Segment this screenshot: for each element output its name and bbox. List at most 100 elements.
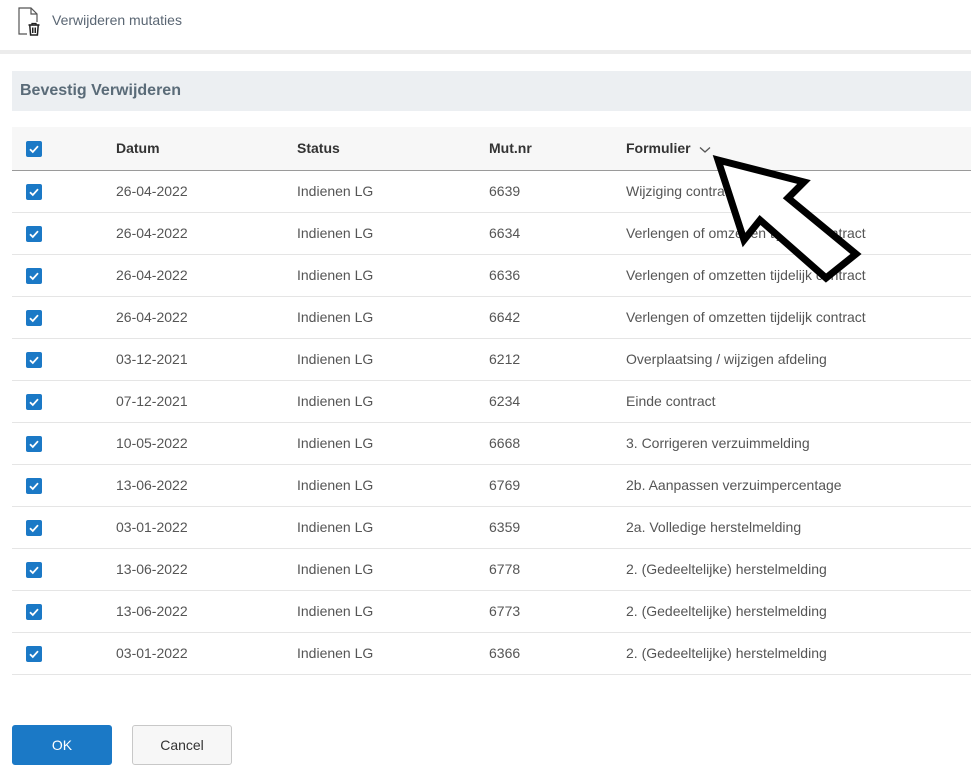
cell-status: Indienen LG: [297, 422, 489, 465]
row-select-cell: [12, 632, 116, 675]
cell-mutnr: 6773: [489, 590, 626, 633]
cell-status: Indienen LG: [297, 464, 489, 507]
table-row[interactable]: 13-06-2022 Indienen LG 6773 2. (Gedeeltelij…: [12, 590, 971, 633]
checkmark-icon: [29, 356, 39, 364]
cell-formulier: 2b. Aanpassen verzuimpercentage: [626, 464, 971, 507]
table-row[interactable]: 10-05-2022 Indienen LG 6668 3. Corrigeren v…: [12, 422, 971, 465]
chevron-down-icon[interactable]: [699, 141, 711, 157]
cell-mutnr: 6212: [489, 338, 626, 381]
column-header-mutnr[interactable]: Mut.nr: [489, 127, 626, 171]
checkmark-icon: [29, 230, 39, 238]
cell-formulier: Overplaatsing / wijzigen afdeling: [626, 338, 971, 381]
cell-formulier: Verlengen of omzetten tijdelijk contract: [626, 254, 971, 297]
cell-datum: 26-04-2022: [116, 254, 297, 297]
cell-mutnr: 6778: [489, 548, 626, 591]
checkmark-icon: [29, 440, 39, 448]
checkmark-icon: [29, 608, 39, 616]
table-row[interactable]: 03-01-2022 Indienen LG 6359 2a. Volledige h…: [12, 506, 971, 549]
cell-formulier: Wijziging contract: [626, 170, 971, 213]
row-select-cell: [12, 464, 116, 507]
cell-status: Indienen LG: [297, 632, 489, 675]
table-row[interactable]: 13-06-2022 Indienen LG 6778 2. (Gedeeltelij…: [12, 548, 971, 591]
cell-datum: 13-06-2022: [116, 590, 297, 633]
row-checkbox[interactable]: [26, 603, 42, 620]
cell-formulier: 2. (Gedeeltelijke) herstelmelding: [626, 548, 971, 591]
table-row[interactable]: 03-12-2021 Indienen LG 6212 Overplaatsing /…: [12, 338, 971, 381]
cell-mutnr: 6769: [489, 464, 626, 507]
row-select-cell: [12, 296, 116, 339]
cell-datum: 03-01-2022: [116, 506, 297, 549]
cell-formulier: 2a. Volledige herstelmelding: [626, 506, 971, 549]
cell-status: Indienen LG: [297, 548, 489, 591]
cell-datum: 13-06-2022: [116, 548, 297, 591]
cell-mutnr: 6359: [489, 506, 626, 549]
row-select-cell: [12, 254, 116, 297]
cell-status: Indienen LG: [297, 338, 489, 381]
row-select-cell: [12, 590, 116, 633]
checkmark-icon: [29, 398, 39, 406]
checkmark-icon: [29, 566, 39, 574]
cell-status: Indienen LG: [297, 380, 489, 423]
row-checkbox[interactable]: [26, 267, 42, 284]
table-row[interactable]: 03-01-2022 Indienen LG 6366 2. (Gedeeltelij…: [12, 632, 971, 675]
checkmark-icon: [29, 314, 39, 322]
table-row[interactable]: 13-06-2022 Indienen LG 6769 2b. Aanpassen v…: [12, 464, 971, 507]
row-checkbox[interactable]: [26, 351, 42, 368]
cancel-button[interactable]: Cancel: [132, 725, 232, 765]
row-checkbox[interactable]: [26, 435, 42, 452]
cell-formulier: Verlengen of omzetten tijdelijk contract: [626, 296, 971, 339]
top-bar: Verwijderen mutaties: [0, 0, 971, 54]
column-header-status[interactable]: Status: [297, 127, 489, 171]
row-checkbox[interactable]: [26, 561, 42, 578]
cell-formulier: 2. (Gedeeltelijke) herstelmelding: [626, 590, 971, 633]
cell-datum: 03-12-2021: [116, 338, 297, 381]
column-header-datum[interactable]: Datum: [116, 127, 297, 171]
row-checkbox[interactable]: [26, 645, 42, 662]
page-title: Verwijderen mutaties: [52, 12, 182, 28]
ok-button[interactable]: OK: [12, 725, 112, 765]
table-row[interactable]: 26-04-2022 Indienen LG 6634 Verlengen of om…: [12, 212, 971, 255]
cell-datum: 13-06-2022: [116, 464, 297, 507]
section-header: Bevestig Verwijderen: [12, 71, 971, 111]
column-header-formulier[interactable]: Formulier: [626, 127, 971, 171]
cell-formulier: 3. Corrigeren verzuimmelding: [626, 422, 971, 465]
row-checkbox[interactable]: [26, 225, 42, 242]
cell-mutnr: 6642: [489, 296, 626, 339]
checkmark-icon: [29, 650, 39, 658]
row-checkbox[interactable]: [26, 519, 42, 536]
row-select-cell: [12, 380, 116, 423]
cell-status: Indienen LG: [297, 296, 489, 339]
table-row[interactable]: 26-04-2022 Indienen LG 6642 Verlengen of om…: [12, 296, 971, 339]
row-select-cell: [12, 338, 116, 381]
cell-status: Indienen LG: [297, 212, 489, 255]
checkmark-icon: [29, 272, 39, 280]
cell-mutnr: 6639: [489, 170, 626, 213]
cell-status: Indienen LG: [297, 170, 489, 213]
cell-datum: 26-04-2022: [116, 170, 297, 213]
cell-status: Indienen LG: [297, 506, 489, 549]
table-row[interactable]: 07-12-2021 Indienen LG 6234 Einde contract: [12, 380, 971, 423]
cell-mutnr: 6636: [489, 254, 626, 297]
row-checkbox[interactable]: [26, 309, 42, 326]
select-all-checkbox[interactable]: [26, 140, 42, 157]
cell-formulier: 2. (Gedeeltelijke) herstelmelding: [626, 632, 971, 675]
row-select-cell: [12, 170, 116, 213]
row-checkbox[interactable]: [26, 183, 42, 200]
row-checkbox[interactable]: [26, 393, 42, 410]
row-select-cell: [12, 506, 116, 549]
cell-datum: 26-04-2022: [116, 212, 297, 255]
cell-mutnr: 6634: [489, 212, 626, 255]
row-select-cell: [12, 212, 116, 255]
cell-formulier: Einde contract: [626, 380, 971, 423]
table-row[interactable]: 26-04-2022 Indienen LG 6639 Wijziging contr…: [12, 170, 971, 213]
table-row[interactable]: 26-04-2022 Indienen LG 6636 Verlengen of om…: [12, 254, 971, 297]
row-checkbox[interactable]: [26, 477, 42, 494]
column-header-formulier-label: Formulier: [626, 139, 691, 156]
cell-datum: 07-12-2021: [116, 380, 297, 423]
cell-datum: 10-05-2022: [116, 422, 297, 465]
cell-mutnr: 6234: [489, 380, 626, 423]
cell-status: Indienen LG: [297, 590, 489, 633]
checkmark-icon: [29, 188, 39, 196]
cell-mutnr: 6668: [489, 422, 626, 465]
row-select-cell: [12, 422, 116, 465]
